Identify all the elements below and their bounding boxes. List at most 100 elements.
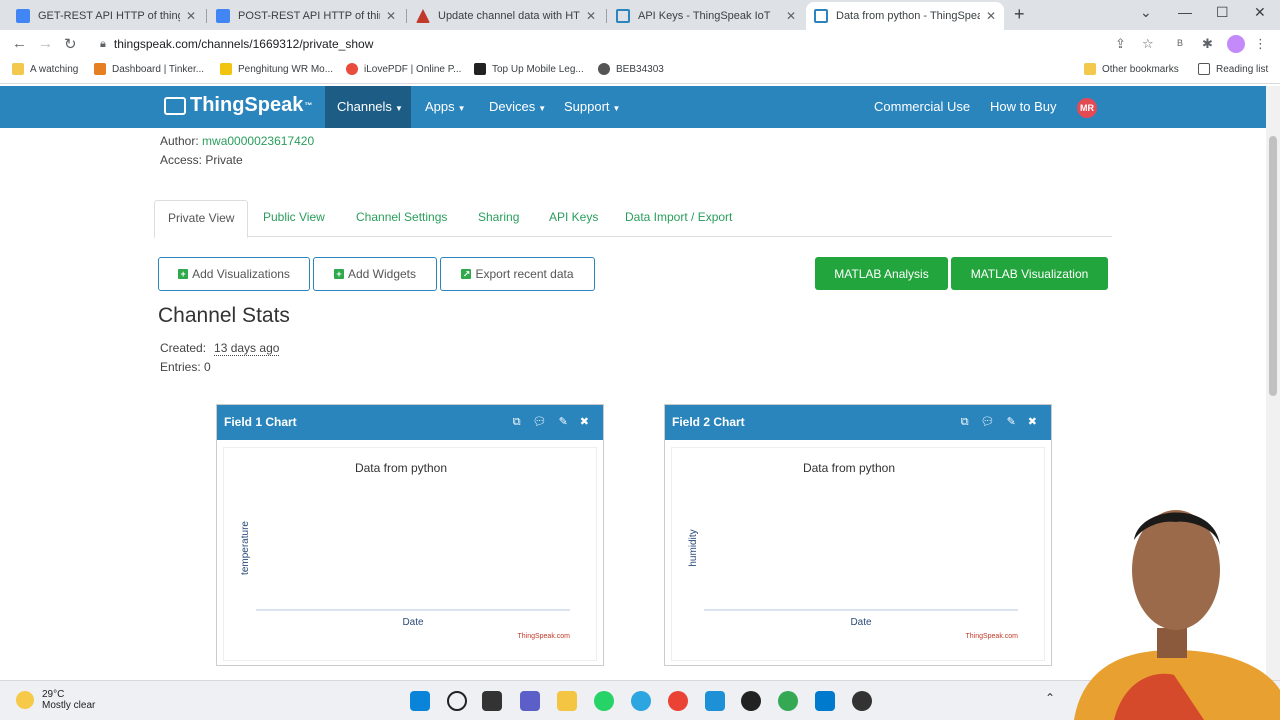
add-widgets-button[interactable]: + Add Widgets xyxy=(313,257,437,291)
chart-ylabel: humidity xyxy=(688,529,699,566)
docs-icon xyxy=(216,9,230,23)
caret-down-icon: ▼ xyxy=(612,104,621,113)
author-link[interactable]: mwa0000023617420 xyxy=(202,134,314,148)
add-visualizations-button[interactable]: + Add Visualizations xyxy=(158,257,310,291)
close-icon[interactable]: ✕ xyxy=(586,9,596,23)
close-icon[interactable]: ✕ xyxy=(986,9,996,23)
bookmark-label: Penghitung WR Mo... xyxy=(238,63,334,75)
maximize-icon[interactable]: ☐ xyxy=(1216,4,1229,21)
widget-header: Field 1 Chart ⧉ 💬︎ ✎ ✖ xyxy=(217,405,603,440)
bookmark-label: BEB34303 xyxy=(616,63,664,75)
weather-widget[interactable]: 29°C Mostly clear xyxy=(16,689,95,711)
globe-icon xyxy=(598,63,610,75)
pencil-icon[interactable]: ✎ xyxy=(1007,405,1016,440)
matlab-analysis-button[interactable]: MATLAB Analysis xyxy=(815,257,948,290)
chart-credit[interactable]: ThingSpeak.com xyxy=(965,633,1018,640)
close-icon[interactable]: ✕ xyxy=(786,9,796,23)
external-link-icon[interactable]: ⧉ xyxy=(513,405,521,440)
bookmark-item[interactable]: Penghitung WR Mo... xyxy=(220,63,333,75)
nav-how-to-buy[interactable]: How to Buy xyxy=(978,86,1068,128)
nav-support[interactable]: Support ▼ xyxy=(552,86,632,128)
back-icon[interactable]: ← xyxy=(12,35,27,52)
chrome-profile-icon[interactable] xyxy=(778,691,798,711)
profile-avatar[interactable] xyxy=(1227,35,1245,53)
github-icon[interactable] xyxy=(852,691,872,711)
chrome-icon[interactable] xyxy=(668,691,688,711)
close-icon[interactable]: ✕ xyxy=(186,9,196,23)
browser-tab[interactable]: POST-REST API HTTP of thingspeak ✕ xyxy=(208,2,404,30)
tinkercad-icon xyxy=(94,63,106,75)
nav-label: Apps xyxy=(425,99,455,114)
button-label: Export recent data xyxy=(475,267,574,281)
other-bookmarks[interactable]: Other bookmarks xyxy=(1084,63,1179,75)
logo-text: ThingSpeak xyxy=(190,94,304,116)
browser-tab[interactable]: API Keys - ThingSpeak IoT ✕ xyxy=(608,2,804,30)
forward-icon[interactable]: → xyxy=(38,35,53,52)
caret-down-icon: ▼ xyxy=(538,104,547,113)
weather-text: Mostly clear xyxy=(42,700,96,711)
nav-commercial-use[interactable]: Commercial Use xyxy=(862,86,982,128)
close-window-icon[interactable]: ✕ xyxy=(1254,4,1266,21)
thingspeak-logo[interactable]: ThingSpeak ™ xyxy=(164,94,312,117)
user-avatar[interactable]: MR xyxy=(1077,98,1097,118)
bookmark-item[interactable]: Top Up Mobile Leg... xyxy=(474,63,584,75)
nav-devices[interactable]: Devices ▼ xyxy=(477,86,558,128)
tab-api-keys[interactable]: API Keys xyxy=(536,200,611,237)
webcam-overlay xyxy=(1074,510,1280,720)
bookmark-item[interactable]: BEB34303 xyxy=(598,63,664,75)
reload-icon[interactable]: ↻ xyxy=(64,35,77,53)
external-link-icon[interactable]: ⧉ xyxy=(961,405,969,440)
scrollbar-thumb[interactable] xyxy=(1269,136,1277,396)
nav-apps[interactable]: Apps ▼ xyxy=(413,86,478,128)
new-tab-button[interactable]: + xyxy=(1014,4,1025,25)
bookmark-item[interactable]: iLovePDF | Online P... xyxy=(346,63,461,75)
reading-list[interactable]: Reading list xyxy=(1198,63,1268,75)
browser-tab[interactable]: GET-REST API HTTP of thingspeak ✕ xyxy=(8,2,204,30)
tab-title: GET-REST API HTTP of thingspeak xyxy=(38,10,180,22)
logo-tm: ™ xyxy=(304,101,313,110)
file-explorer-icon[interactable] xyxy=(557,691,577,711)
export-recent-data-button[interactable]: ↗ Export recent data xyxy=(440,257,595,291)
telegram-icon[interactable] xyxy=(631,691,651,711)
nav-channels[interactable]: Channels ▼ xyxy=(325,86,411,128)
extension-icon[interactable]: B xyxy=(1177,38,1183,48)
menu-icon[interactable]: ⋮ xyxy=(1254,36,1267,52)
comment-icon[interactable]: 💬︎ xyxy=(533,405,547,440)
close-icon[interactable]: ✕ xyxy=(386,9,396,23)
browser-tab[interactable]: Update channel data with HTTP GET ✕ xyxy=(408,2,604,30)
minimize-icon[interactable]: — xyxy=(1178,4,1192,20)
browser-tab-active[interactable]: Data from python - ThingSpeak IoT ✕ xyxy=(806,2,1004,30)
xbox-icon[interactable] xyxy=(741,691,761,711)
chat-icon[interactable] xyxy=(520,691,540,711)
tab-public-view[interactable]: Public View xyxy=(250,200,338,237)
tab-channel-settings[interactable]: Channel Settings xyxy=(343,200,460,237)
address-bar[interactable]: 🔒︎ thingspeak.com/channels/1669312/priva… xyxy=(92,32,1170,56)
field-2-chart-widget: Field 2 Chart ⧉ 💬︎ ✎ ✖ Data from python … xyxy=(664,404,1052,666)
puzzle-icon[interactable]: ✱ xyxy=(1202,36,1213,52)
close-icon[interactable]: ✖ xyxy=(1028,405,1037,440)
url-text: thingspeak.com/channels/1669312/private_… xyxy=(113,37,374,51)
tab-private-view[interactable]: Private View xyxy=(154,200,249,238)
browser-tab-strip: GET-REST API HTTP of thingspeak ✕ POST-R… xyxy=(0,0,1280,30)
bookmark-item[interactable]: A watching xyxy=(12,63,78,75)
tab-search-icon[interactable]: ⌄ xyxy=(1140,4,1152,21)
moon-weather-icon xyxy=(16,691,34,709)
close-icon[interactable]: ✖ xyxy=(580,405,589,440)
search-icon[interactable] xyxy=(447,691,467,711)
matlab-visualization-button[interactable]: MATLAB Visualization xyxy=(951,257,1108,290)
tab-data-import-export[interactable]: Data Import / Export xyxy=(612,200,745,237)
vscode-icon[interactable] xyxy=(815,691,835,711)
bookmark-label: Reading list xyxy=(1216,63,1269,75)
task-view-icon[interactable] xyxy=(482,691,502,711)
store-icon[interactable] xyxy=(705,691,725,711)
bookmark-item[interactable]: Dashboard | Tinker... xyxy=(94,63,204,75)
chart-credit[interactable]: ThingSpeak.com xyxy=(517,633,570,640)
star-icon[interactable]: ☆ xyxy=(1142,36,1154,52)
tab-title: POST-REST API HTTP of thingspeak xyxy=(238,10,380,22)
tab-sharing[interactable]: Sharing xyxy=(465,200,532,237)
pencil-icon[interactable]: ✎ xyxy=(559,405,568,440)
whatsapp-icon[interactable] xyxy=(594,691,614,711)
share-icon[interactable]: ⇪ xyxy=(1115,36,1126,52)
windows-start-icon[interactable] xyxy=(410,691,430,711)
comment-icon[interactable]: 💬︎ xyxy=(981,405,995,440)
